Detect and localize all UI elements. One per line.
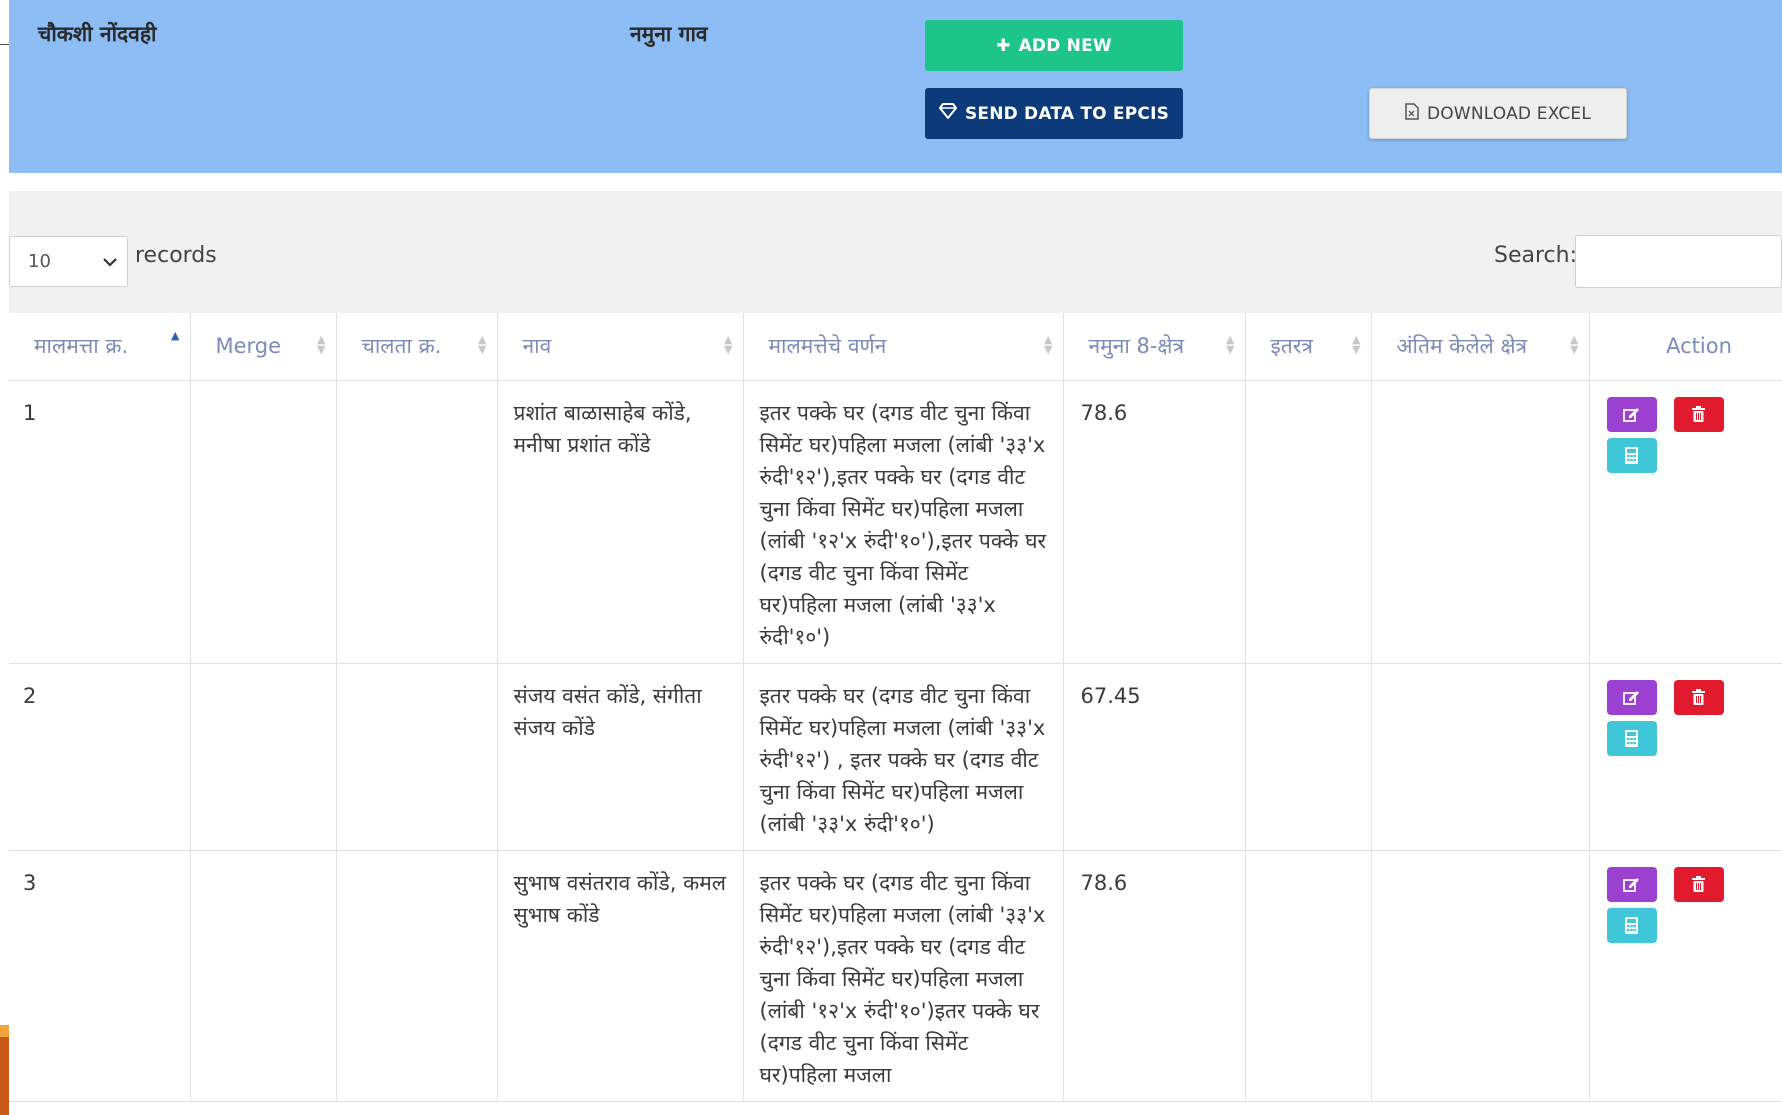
left-accent [0,1025,9,1115]
cell-area: 78.6 [1063,380,1246,664]
page-length-select[interactable]: 10 [9,236,128,287]
sort-icon: ▲ ▼ [317,333,326,356]
cell-chalta-no [336,850,498,1102]
plus-icon: ✚ [996,35,1011,56]
calculator-icon [1625,446,1638,464]
trash-icon [1692,876,1705,892]
cell-area: 67.45 [1063,663,1246,851]
download-excel-label: DOWNLOAD EXCEL [1426,103,1592,124]
file-icon [1405,102,1419,125]
cell-final-area [1371,663,1590,851]
col-header-other[interactable]: इतरत्र ▲ ▼ [1245,313,1372,381]
cell-final-area [1371,380,1590,664]
cell-description: इतर पक्के घर (दगड वीट चुना किंवा सिमेंट … [743,850,1064,1102]
cell-name: प्रशांत बाळासाहेब कोंडे, मनीषा प्रशांत क… [497,380,744,664]
cell-description: इतर पक्के घर (दगड वीट चुना किंवा सिमेंट … [743,663,1064,851]
cell-description: इतर पक्के घर (दगड वीट चुना किंवा सिमेंट … [743,380,1064,664]
cell-other [1245,850,1372,1102]
chevron-down-icon [103,252,117,271]
calculator-icon [1625,729,1638,747]
sort-icon: ▲ ▼ [1352,333,1361,356]
calculate-button[interactable] [1606,907,1657,943]
calculator-icon [1625,916,1638,934]
edit-button[interactable] [1606,396,1657,432]
cell-merge [190,663,337,851]
col-header-merge[interactable]: Merge ▲ ▼ [190,313,337,381]
table-row: 1 प्रशांत बाळासाहेब कोंडे, मनीषा प्रशांत… [9,380,1782,664]
col-header-action: Action [1589,313,1782,381]
cell-final-area [1371,850,1590,1102]
cell-property-no: 3 [9,850,191,1102]
data-table: मालमत्ता क्र. ▲ Merge ▲ ▼ चालता क्र. ▲ ▼ नाव ▲… [9,313,1782,1102]
delete-button[interactable] [1673,396,1724,432]
cell-other [1245,663,1372,851]
send-data-button[interactable]: SEND DATA TO EPCIS [925,88,1183,139]
village-name: नमुना गाव [630,22,708,46]
edit-icon [1623,877,1639,892]
sort-icon: ▲ ▼ [1226,333,1235,356]
cell-name: संजय वसंत कोंडे, संगीता संजय कोंडे [497,663,744,851]
sort-icon: ▲ ▼ [478,333,487,356]
header-band: चौकशी नोंदवही नमुना गाव ✚ ADD NEW SEND D… [9,0,1782,173]
col-header-property-no[interactable]: मालमत्ता क्र. ▲ [9,313,191,381]
left-divider [0,44,9,45]
trash-icon [1692,689,1705,705]
download-excel-button[interactable]: DOWNLOAD EXCEL [1369,88,1627,139]
send-data-label: SEND DATA TO EPCIS [964,103,1170,124]
table-controls: 10 records Search: [9,191,1782,313]
page-title: चौकशी नोंदवही [38,22,157,46]
col-header-name[interactable]: नाव ▲ ▼ [497,313,744,381]
cell-chalta-no [336,663,498,851]
edit-button[interactable] [1606,679,1657,715]
table-row: 3 सुभाष वसंतराव कोंडे, कमल सुभाष कोंडे इ… [9,850,1782,1102]
sort-icon: ▲ ▼ [1570,333,1579,356]
cell-action [1589,850,1782,1102]
sort-asc-icon: ▲ [171,329,180,342]
search-input[interactable] [1575,235,1782,288]
table-header-row: मालमत्ता क्र. ▲ Merge ▲ ▼ चालता क्र. ▲ ▼ नाव ▲… [9,313,1782,381]
cell-other [1245,380,1372,664]
col-header-area[interactable]: नमुना 8-क्षेत्र ▲ ▼ [1063,313,1246,381]
diamond-icon [938,103,958,124]
cell-property-no: 2 [9,663,191,851]
cell-merge [190,380,337,664]
delete-button[interactable] [1673,679,1724,715]
sort-icon: ▲ ▼ [724,333,733,356]
page-length-value: 10 [28,251,51,272]
calculate-button[interactable] [1606,720,1657,756]
calculate-button[interactable] [1606,437,1657,473]
cell-merge [190,850,337,1102]
cell-area: 78.6 [1063,850,1246,1102]
cell-action [1589,663,1782,851]
col-header-final-area[interactable]: अंतिम केलेले क्षेत्र ▲ ▼ [1371,313,1590,381]
page: चौकशी नोंदवही नमुना गाव ✚ ADD NEW SEND D… [0,0,1782,1115]
trash-icon [1692,406,1705,422]
data-table-container: मालमत्ता क्र. ▲ Merge ▲ ▼ चालता क्र. ▲ ▼ नाव ▲… [9,313,1782,1115]
edit-icon [1623,690,1639,705]
cell-chalta-no [336,380,498,664]
add-new-button[interactable]: ✚ ADD NEW [925,20,1183,71]
edit-icon [1623,407,1639,422]
add-new-label: ADD NEW [1018,35,1112,56]
edit-button[interactable] [1606,866,1657,902]
delete-button[interactable] [1673,866,1724,902]
cell-property-no: 1 [9,380,191,664]
table-row: 2 संजय वसंत कोंडे, संगीता संजय कोंडे इतर… [9,663,1782,851]
col-header-description[interactable]: मालमत्तेचे वर्णन ▲ ▼ [743,313,1064,381]
sort-icon: ▲ ▼ [1044,333,1053,356]
col-header-chalta-no[interactable]: चालता क्र. ▲ ▼ [336,313,498,381]
spacer [9,173,1782,191]
cell-name: सुभाष वसंतराव कोंडे, कमल सुभाष कोंडे [497,850,744,1102]
search-label: Search: [1494,243,1577,268]
cell-action [1589,380,1782,664]
records-label: records [135,243,217,268]
